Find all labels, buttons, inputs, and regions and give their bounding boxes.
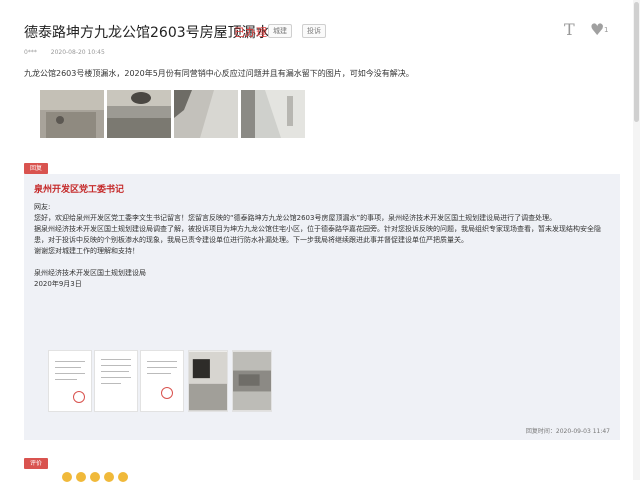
photo-thumbnail[interactable] bbox=[107, 90, 171, 138]
reply-recipient: 泉州开发区党工委书记 bbox=[34, 185, 125, 195]
reply-header: 回复 bbox=[24, 163, 620, 174]
photo-thumbnail[interactable] bbox=[174, 90, 238, 138]
document-thumbnail[interactable] bbox=[48, 350, 92, 412]
star-icon bbox=[76, 472, 86, 482]
post-header: 德泰路坤方九龙公馆2603号房屋顶漏水 已办理 城建 投诉 T ♥ 1 bbox=[24, 20, 624, 44]
reply-badge: 回复 bbox=[24, 163, 48, 174]
reply-sign-date: 2020年9月3日 bbox=[34, 280, 82, 288]
photo-thumbnail[interactable] bbox=[232, 350, 272, 412]
star-icon bbox=[62, 472, 72, 482]
photo-thumbnail[interactable] bbox=[188, 350, 228, 412]
evaluation-badge: 评价 bbox=[24, 458, 48, 469]
photo-thumbnail[interactable] bbox=[40, 90, 104, 138]
reply-salutation: 网友: bbox=[34, 203, 51, 211]
reply-signature: 泉州经济技术开发区国土规划建设局 bbox=[34, 269, 146, 277]
reply-body: 网友: 您好，欢迎给泉州开发区党工委李文生书记留言！您留言反映的“德泰路坤方九龙… bbox=[34, 202, 610, 290]
photo-thumbnail[interactable] bbox=[241, 90, 305, 138]
scrollbar-thumb[interactable] bbox=[634, 2, 639, 122]
reply-paragraph: 谢谢您对城建工作的理解和支持！ bbox=[34, 247, 139, 255]
post-date: 2020-08-20 10:45 bbox=[50, 49, 105, 56]
reply-paragraph: 据泉州经济技术开发区国土规划建设局调查了解，被投诉项目为坤方九龙公馆住宅小区，位… bbox=[34, 225, 601, 244]
document-thumbnail[interactable] bbox=[140, 350, 184, 412]
reply-paragraph: 您好，欢迎给泉州开发区党工委李文生书记留言！您留言反映的“德泰路坤方九龙公馆26… bbox=[34, 214, 557, 222]
reply-time: 回复时间：2020-09-03 11:47 bbox=[525, 428, 610, 435]
font-size-icon[interactable]: T bbox=[564, 20, 575, 39]
status-label: 已办理 bbox=[234, 26, 267, 39]
tag-complaint[interactable]: 投诉 bbox=[302, 24, 326, 38]
star-icon bbox=[104, 472, 114, 482]
star-icon bbox=[118, 472, 128, 482]
like-count: 1 bbox=[604, 26, 609, 34]
author-name: 0*** bbox=[24, 49, 37, 56]
document-thumbnail[interactable] bbox=[94, 350, 138, 412]
tag-urban-construction[interactable]: 城建 bbox=[268, 24, 292, 38]
heart-icon: ♥ bbox=[590, 20, 605, 39]
post-meta: 0*** 2020-08-20 10:45 bbox=[24, 49, 105, 56]
star-icon bbox=[90, 472, 100, 482]
page-title: 德泰路坤方九龙公馆2603号房屋顶漏水 bbox=[24, 25, 270, 41]
reply-panel: 泉州开发区党工委书记 网友: 您好，欢迎给泉州开发区党工委李文生书记留言！您留言… bbox=[24, 174, 620, 440]
message-content: 九龙公馆2603号楼顶漏水，2020年5月份有同营销中心反应过问题并且有漏水留下… bbox=[24, 69, 414, 78]
